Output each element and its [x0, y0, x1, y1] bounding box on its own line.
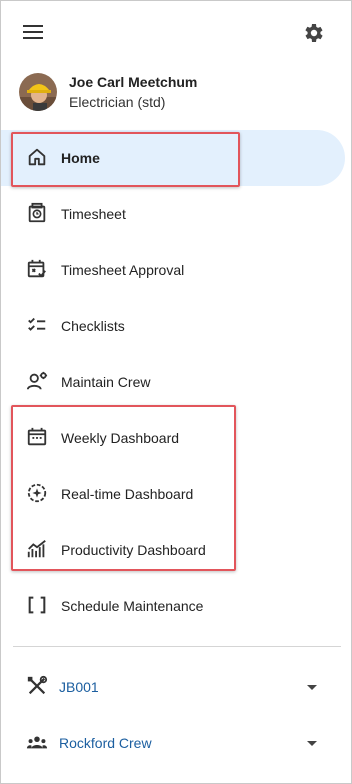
nav-item-label: Schedule Maintenance: [61, 598, 204, 614]
drawer-header: [1, 1, 352, 65]
nav-item-checklists[interactable]: Checklists: [1, 298, 345, 354]
crew-picker-label: Rockford Crew: [59, 735, 152, 751]
nav-item-timesheet-approval[interactable]: Timesheet Approval: [1, 242, 345, 298]
calendar-check-icon: [27, 259, 46, 278]
crew-picker[interactable]: Rockford Crew: [1, 715, 352, 771]
job-picker-label: JB001: [59, 679, 99, 695]
job-picker[interactable]: JB001: [1, 659, 352, 715]
realtime-icon: [27, 483, 47, 503]
nav-item-label: Productivity Dashboard: [61, 542, 206, 558]
nav-item-label: Timesheet Approval: [61, 262, 185, 278]
checklist-icon: [28, 317, 46, 331]
nav-item-weekly-dashboard[interactable]: Weekly Dashboard: [1, 410, 345, 466]
nav-item-label: Timesheet: [61, 206, 126, 222]
timesheet-icon: [28, 202, 46, 223]
user-role: Electrician (std): [69, 94, 166, 110]
chart-icon: [27, 540, 46, 558]
nav-item-label: Maintain Crew: [61, 374, 151, 390]
user-profile: Joe Carl Meetchum Electrician (std): [19, 73, 339, 113]
calendar-icon: [27, 427, 47, 446]
group-icon: [26, 736, 48, 749]
chevron-down-icon[interactable]: [307, 741, 317, 746]
gear-icon[interactable]: [301, 21, 325, 45]
chevron-down-icon[interactable]: [307, 685, 317, 690]
hamburger-menu-icon[interactable]: [23, 25, 43, 41]
nav-item-label: Real-time Dashboard: [61, 486, 194, 502]
crew-gear-icon: [26, 371, 48, 390]
nav-item-maintain-crew[interactable]: Maintain Crew: [1, 354, 345, 410]
user-name: Joe Carl Meetchum: [69, 74, 198, 90]
nav-item-timesheet[interactable]: Timesheet: [1, 186, 345, 242]
nav-item-label: Home: [61, 150, 100, 166]
home-icon: [28, 148, 46, 166]
nav-item-home[interactable]: Home: [1, 130, 345, 186]
tools-icon: [27, 675, 48, 695]
nav-item-productivity-dashboard[interactable]: Productivity Dashboard: [1, 522, 345, 578]
navigation-drawer: Joe Carl Meetchum Electrician (std) Home…: [0, 0, 352, 784]
nav-item-label: Checklists: [61, 318, 125, 334]
avatar: [19, 73, 57, 111]
nav-item-realtime-dashboard[interactable]: Real-time Dashboard: [1, 466, 345, 522]
nav-item-schedule-maintenance[interactable]: Schedule Maintenance: [1, 578, 345, 634]
divider: [13, 646, 341, 647]
nav-item-label: Weekly Dashboard: [61, 430, 180, 446]
brackets-icon: [28, 596, 46, 614]
